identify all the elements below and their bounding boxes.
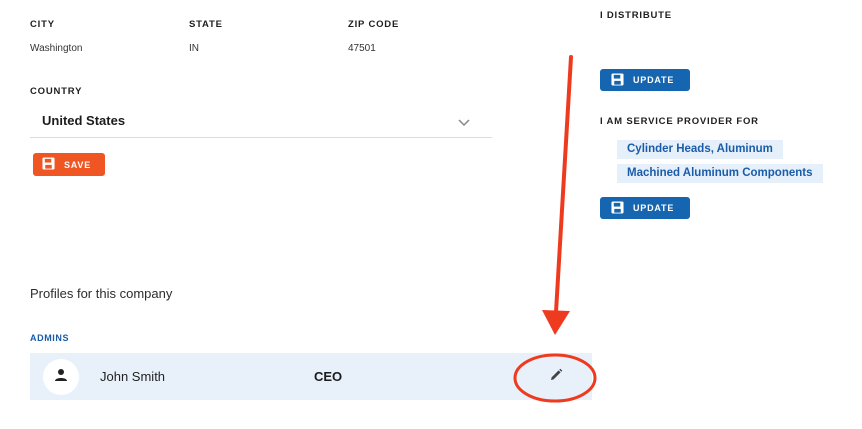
distribute-label: I DISTRIBUTE — [600, 10, 672, 21]
edit-button[interactable] — [545, 366, 567, 388]
state-value[interactable]: IN — [189, 43, 199, 54]
country-label: COUNTRY — [30, 86, 83, 97]
service-tag[interactable]: Machined Aluminum Components — [617, 164, 823, 183]
city-value[interactable]: Washington — [30, 43, 82, 54]
person-icon — [54, 368, 68, 387]
annotation-arrowhead — [542, 310, 570, 335]
annotation-arrow — [554, 55, 573, 314]
admins-label: ADMINS — [30, 333, 70, 343]
pencil-icon — [549, 368, 563, 387]
zip-label: ZIP CODE — [348, 19, 400, 30]
country-select[interactable]: United States — [30, 104, 492, 138]
country-value: United States — [42, 113, 126, 128]
update-button-service[interactable]: UPDATE — [600, 197, 690, 219]
floppy-disk-icon — [611, 72, 624, 88]
city-label: CITY — [30, 19, 55, 30]
floppy-disk-icon — [42, 157, 55, 172]
update-button-label: UPDATE — [633, 203, 675, 213]
service-provider-label: I AM SERVICE PROVIDER FOR — [600, 116, 759, 127]
state-label: STATE — [189, 19, 223, 30]
floppy-disk-icon — [611, 200, 624, 216]
chevron-down-icon — [458, 114, 470, 132]
profiles-section-title: Profiles for this company — [30, 286, 173, 301]
save-button-label: SAVE — [64, 159, 92, 170]
profile-role: CEO — [314, 369, 343, 384]
save-button[interactable]: SAVE — [33, 153, 105, 176]
service-tag[interactable]: Cylinder Heads, Aluminum — [617, 140, 783, 159]
update-button-label: UPDATE — [633, 75, 675, 85]
table-row[interactable]: John Smith CEO — [30, 353, 592, 400]
update-button-distribute[interactable]: UPDATE — [600, 69, 690, 91]
profile-name: John Smith — [100, 369, 166, 384]
avatar — [43, 359, 79, 395]
zip-value[interactable]: 47501 — [348, 43, 376, 54]
